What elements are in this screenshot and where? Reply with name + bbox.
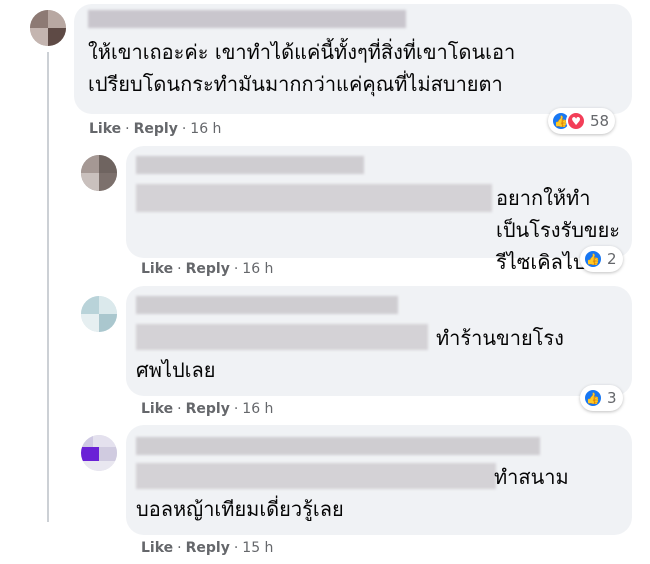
reaction-count: 2 [607,250,617,268]
author-name-redacted[interactable] [136,296,398,314]
reply-button[interactable]: Reply [186,261,230,277]
reply-button[interactable]: Reply [186,401,230,417]
author-name-redacted[interactable] [136,156,364,174]
comment-bubble: ทำร้านขายโรง ศพไปเลย [126,286,632,396]
reaction-count: 3 [607,389,617,407]
comment-bubble: อยากให้ทำ เป็นโรงรับขยะรีไซเคิลไปเลย [126,146,632,274]
reaction-badge[interactable]: 👍 3 [580,385,623,411]
like-button[interactable]: Like [141,401,173,417]
timestamp[interactable]: 15 h [242,540,273,556]
comment-text: ทำร้านขายโรง ศพไปเลย [136,326,564,382]
comment-actions: Like · Reply · 16 h [141,401,274,417]
like-button[interactable]: Like [141,261,173,277]
comment-text: ให้เขาเถอะค่ะ เขาทำได้แค่นี้ทั้งๆที่สิ่ง… [88,40,516,96]
author-name-redacted[interactable] [136,437,540,455]
avatar[interactable] [81,435,117,471]
love-icon: ♥ [566,111,586,131]
comment-bubble: ให้เขาเถอะค่ะ เขาทำได้แค่นี้ทั้งๆที่สิ่ง… [74,4,632,114]
timestamp[interactable]: 16 h [190,121,221,137]
comment-actions: Like · Reply · 15 h [141,540,274,556]
timestamp[interactable]: 16 h [242,261,273,277]
comment-text: ทำสนาม บอลหญ้าเทียมเดี่ยวรู้เลย [136,465,569,521]
comment-bubble: ทำสนาม บอลหญ้าเทียมเดี่ยวรู้เลย [126,425,632,535]
thread-line [47,52,49,522]
reply-button[interactable]: Reply [186,540,230,556]
comment-actions: Like · Reply · 16 h [89,121,222,137]
reaction-badge[interactable]: 👍 ♥ 58 [548,108,616,134]
avatar[interactable] [81,296,117,332]
timestamp[interactable]: 16 h [242,401,273,417]
like-icon: 👍 [583,249,603,269]
author-name-redacted[interactable] [88,10,406,28]
comment-actions: Like · Reply · 16 h [141,261,274,277]
avatar[interactable] [30,10,66,46]
reaction-count: 58 [590,112,610,130]
like-icon: 👍 [583,388,603,408]
reply-button[interactable]: Reply [134,121,178,137]
redacted-text [136,184,492,212]
reaction-badge[interactable]: 👍 2 [580,246,623,272]
like-button[interactable]: Like [89,121,121,137]
avatar[interactable] [81,155,117,191]
like-button[interactable]: Like [141,540,173,556]
